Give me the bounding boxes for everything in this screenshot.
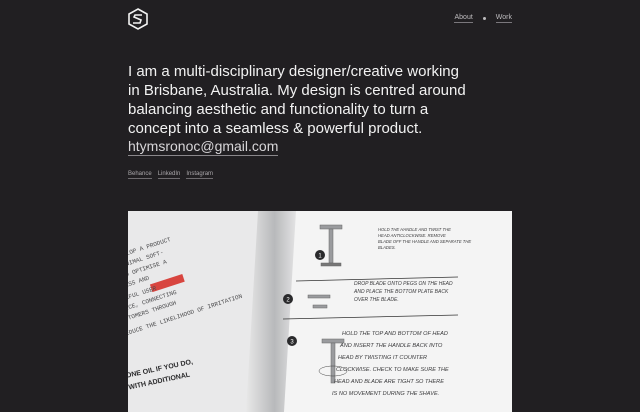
right-text-line: HEAD BY TWISTING IT COUNTER (338, 355, 427, 361)
hero-image[interactable]: AND DEVELOP A PRODUCT WITH MINIMAL SOFT-… (128, 211, 512, 412)
nav-work-link[interactable]: Work (495, 14, 512, 23)
booklet-photo: AND DEVELOP A PRODUCT WITH MINIMAL SOFT-… (128, 211, 512, 412)
right-text-line: BLADE OFF THE HANDLE AND SEPARATE THE (378, 239, 471, 244)
right-text-line: HOLD THE HANDLE AND TWIST THE (378, 227, 451, 232)
social-links: Behance LinkedIn Instagram (128, 171, 214, 179)
linkedin-link[interactable]: LinkedIn (157, 171, 181, 179)
right-text-line: DROP BLADE ONTO PEGS ON THE HEAD (354, 281, 453, 287)
nav-separator (482, 17, 486, 20)
main-nav: About Work (454, 14, 512, 23)
hexagon-s-logo-icon[interactable] (128, 8, 148, 30)
intro-text: I am a multi-disciplinary designer/creat… (128, 63, 466, 137)
right-text-line: CLOCKWISE. CHECK TO MAKE SURE THE (336, 367, 449, 373)
instagram-link[interactable]: Instagram (186, 171, 214, 179)
right-text-line: AND INSERT THE HANDLE BACK INTO (339, 343, 443, 349)
right-text-line: BLADES. (378, 245, 396, 250)
right-text-line: AND PLACE THE BOTTOM PLATE BACK (353, 289, 449, 295)
right-text-line: HEAD AND BLADE ARE TIGHT SO THERE (334, 379, 444, 385)
behance-link[interactable]: Behance (128, 171, 152, 179)
email-link[interactable]: htymsronoc@gmail.com (128, 138, 279, 156)
site-header: About Work (128, 8, 512, 30)
right-text-line: OVER THE BLADE. (354, 297, 399, 303)
right-text-line: HEAD ANTICLOCKWISE. REMOVE (378, 233, 446, 238)
nav-about-link[interactable]: About (454, 14, 473, 23)
right-text-line: IS NO MOVEMENT DURING THE SHAVE. (332, 391, 439, 397)
right-text-line: HOLD THE TOP AND BOTTOM OF HEAD (342, 331, 448, 337)
